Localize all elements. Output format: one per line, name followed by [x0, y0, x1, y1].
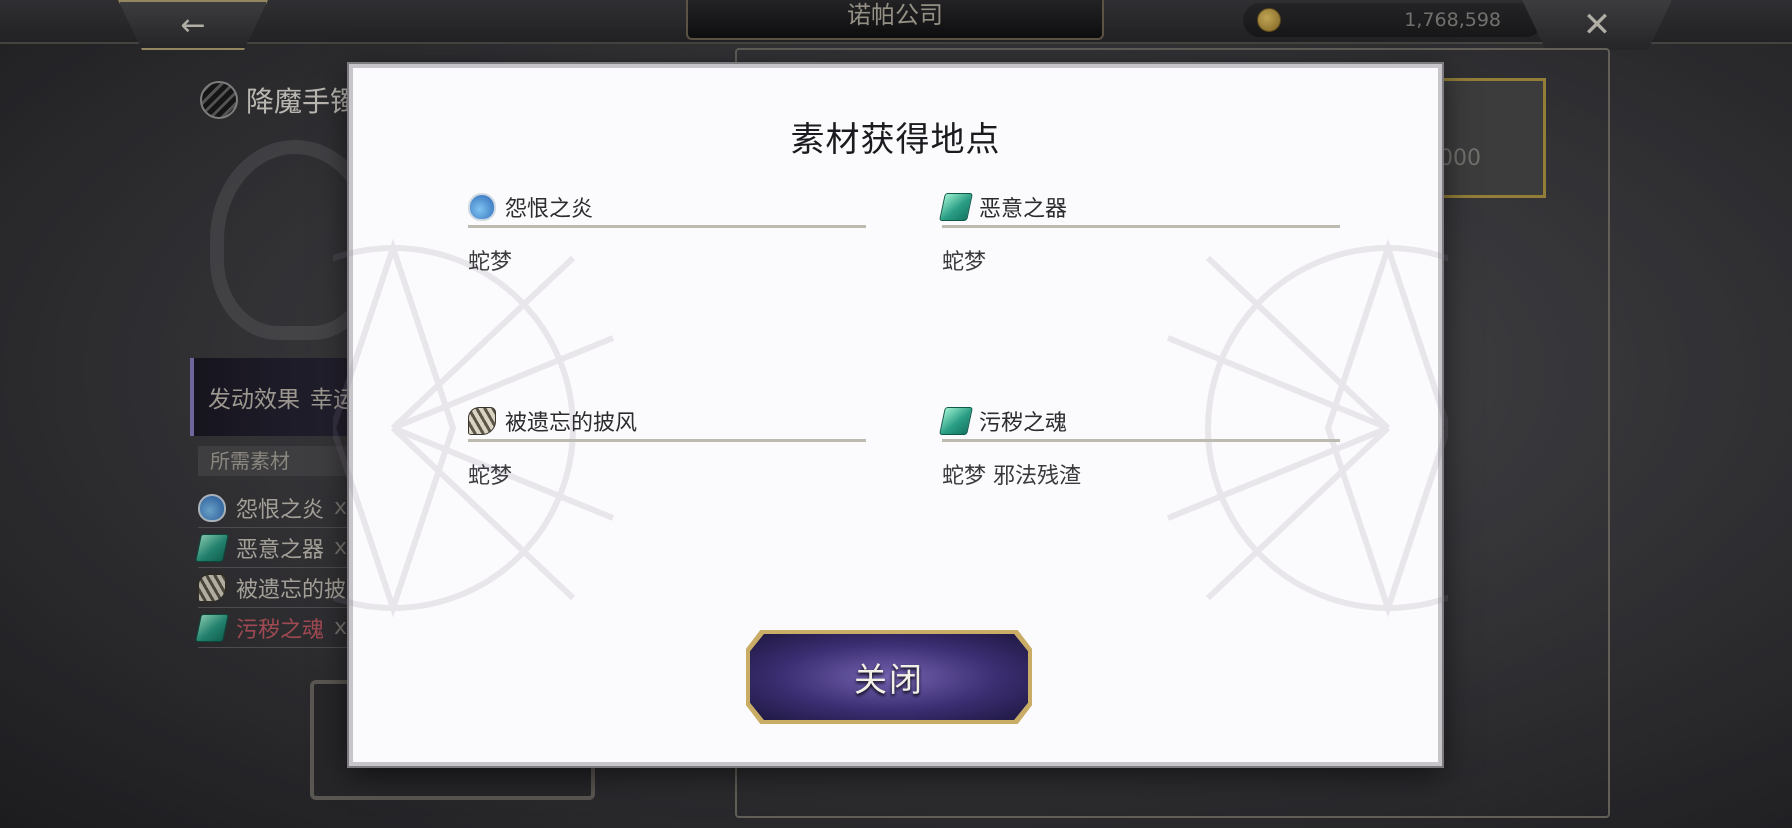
material-header: 污秽之魂	[939, 402, 1340, 442]
material-source-card: 被遗忘的披风 蛇梦	[468, 402, 866, 490]
potion-icon	[468, 192, 496, 221]
crystal-icon	[939, 406, 973, 435]
material-source-dialog: 素材获得地点 怨恨之炎 蛇梦 恶意之器 蛇梦 被遗忘的披风 蛇梦 污秽之魂 蛇梦…	[333, 64, 1448, 766]
close-button[interactable]: 关闭	[746, 630, 1032, 724]
material-locations[interactable]: 蛇梦	[468, 244, 866, 276]
dialog-title: 素材获得地点	[790, 120, 1001, 160]
material-locations[interactable]: 蛇梦	[942, 244, 1340, 276]
material-source-card: 怨恨之炎 蛇梦	[468, 188, 866, 276]
material-name: 污秽之魂	[979, 410, 1068, 436]
material-locations[interactable]: 蛇梦	[468, 458, 866, 490]
close-button-label: 关闭	[750, 634, 1028, 720]
material-name: 恶意之器	[979, 196, 1068, 222]
material-header: 被遗忘的披风	[468, 402, 866, 442]
cloak-icon	[468, 406, 496, 435]
material-name: 怨恨之炎	[505, 196, 594, 222]
material-locations[interactable]: 蛇梦 邪法残渣	[942, 458, 1340, 490]
material-header: 怨恨之炎	[468, 188, 866, 228]
crystal-icon	[939, 192, 973, 221]
material-source-card: 污秽之魂 蛇梦 邪法残渣	[939, 402, 1340, 490]
material-source-card: 恶意之器 蛇梦	[939, 188, 1340, 276]
material-name: 被遗忘的披风	[505, 410, 638, 436]
material-header: 恶意之器	[939, 188, 1340, 228]
